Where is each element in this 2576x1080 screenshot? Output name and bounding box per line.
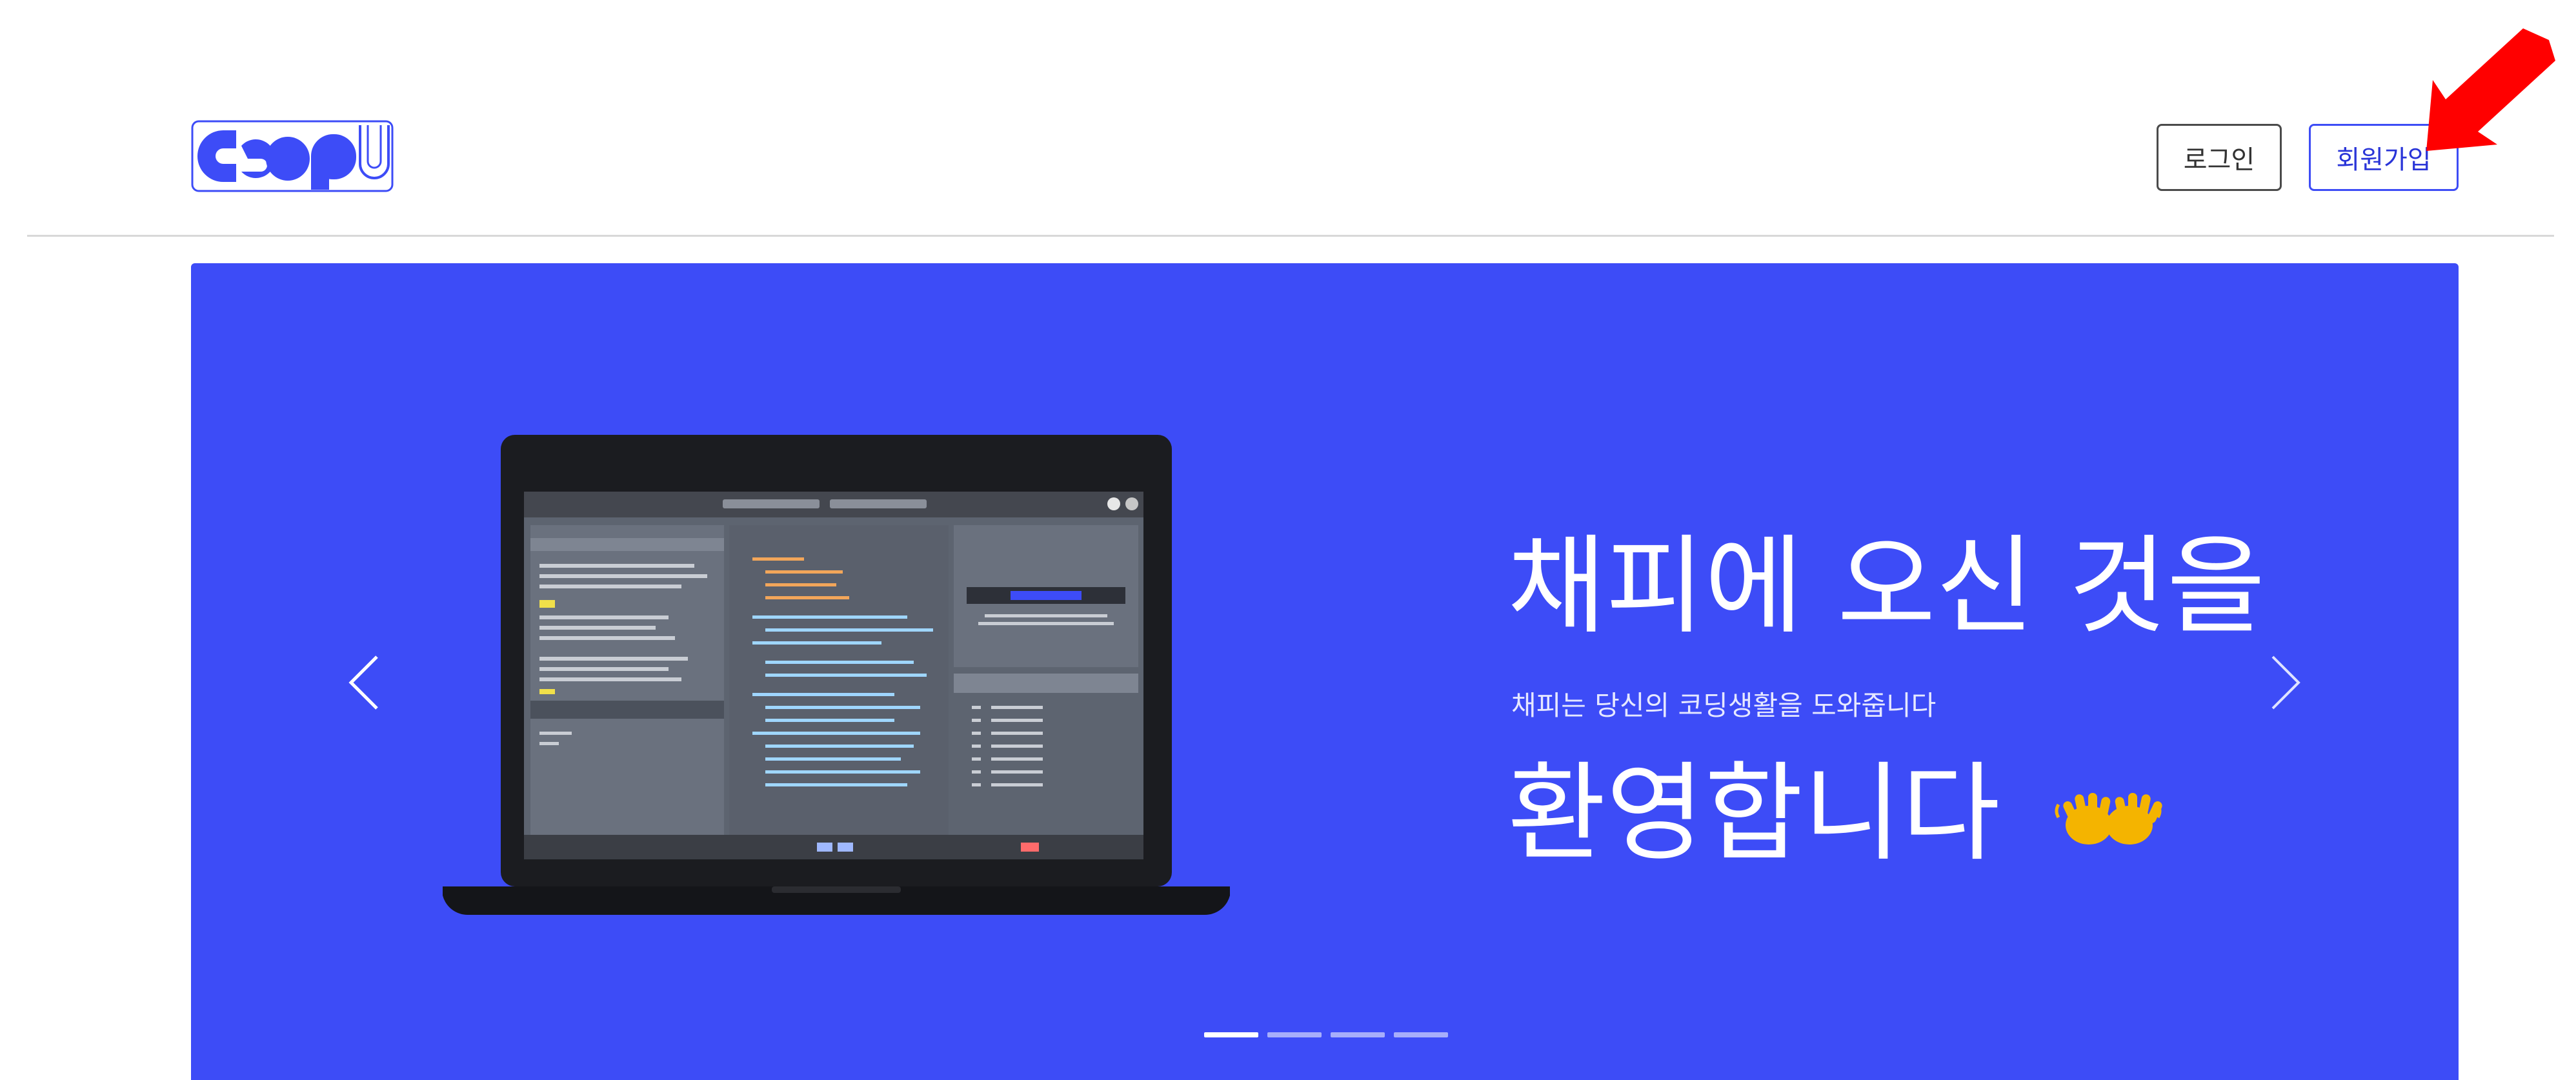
- hero-title-line2: 환영합니다: [1507, 751, 2000, 876]
- carousel-dot-3[interactable]: [1331, 1032, 1385, 1037]
- carousel-dot-1[interactable]: [1204, 1032, 1258, 1037]
- site-header: 로그인 회원가입: [0, 0, 2576, 236]
- header-divider: [27, 235, 2554, 237]
- laptop-illustration: [443, 435, 1230, 915]
- chappy-logo[interactable]: [191, 120, 394, 192]
- carousel-prev-icon[interactable]: [345, 650, 383, 715]
- carousel-indicators: [1204, 1032, 1448, 1037]
- carousel-dot-2[interactable]: [1267, 1032, 1322, 1037]
- hero-subtitle: 채피는 당신의 코딩생활을 도와줍니다: [1511, 690, 1937, 721]
- red-arrow-annotation-icon: [2426, 28, 2555, 151]
- hero-title-line1: 채피에 오신 것을: [1507, 524, 2266, 649]
- hero-carousel: 채피에 오신 것을 환영합니다 채피는 당신의 코딩생활을 도와줍니다: [191, 263, 2459, 1080]
- login-button[interactable]: 로그인: [2157, 124, 2282, 191]
- waving-hands-icon: [2055, 793, 2163, 845]
- carousel-dot-4[interactable]: [1394, 1032, 1448, 1037]
- carousel-next-icon[interactable]: [2266, 650, 2305, 715]
